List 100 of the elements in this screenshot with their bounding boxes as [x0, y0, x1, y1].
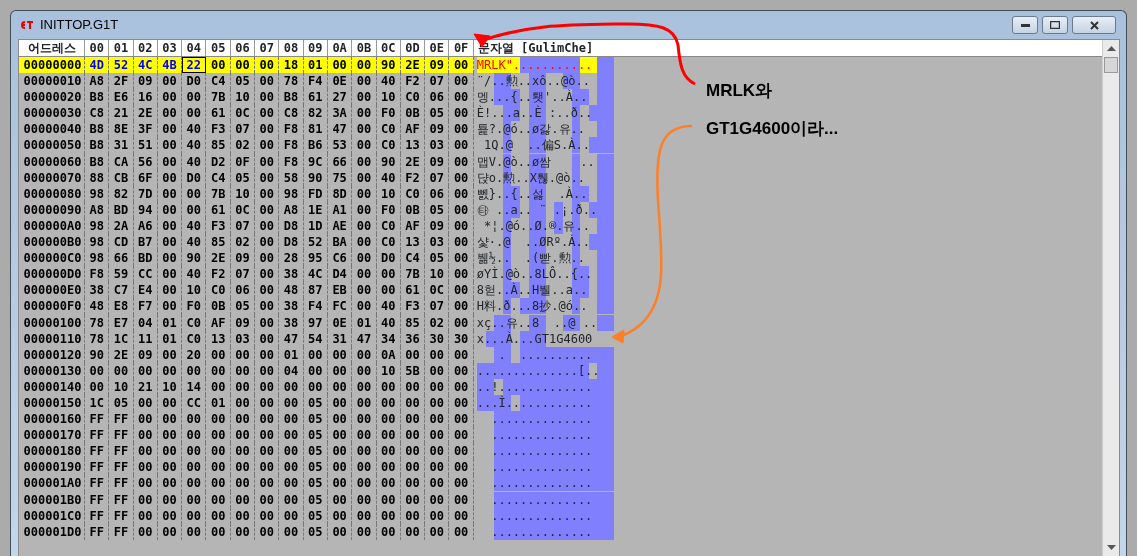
hex-byte: 00 — [157, 411, 183, 428]
hex-byte: 00 — [182, 105, 207, 122]
column-header: 문자열 [GulimChe] — [476, 40, 595, 56]
text-cell: 맵V.@ò..ø쌈 .. — [476, 153, 615, 170]
hex-byte: E7 — [109, 314, 134, 331]
hex-byte: 7B — [206, 185, 231, 202]
address-cell: 000000B0 — [19, 234, 85, 251]
maximize-button[interactable] — [1042, 16, 1068, 34]
hex-byte: 1C — [85, 394, 110, 412]
hex-byte: 06 — [425, 185, 450, 202]
hex-byte: 00 — [352, 73, 377, 90]
hex-byte: AF — [400, 121, 426, 138]
hex-byte: 00 — [157, 185, 183, 202]
hex-byte: D4 — [327, 266, 353, 283]
hex-byte: 00 — [255, 475, 280, 492]
hex-byte: BD — [133, 250, 158, 267]
hex-byte: F8 — [279, 153, 304, 170]
hex-byte: 98 — [85, 234, 110, 251]
hex-byte: 8E — [109, 121, 134, 138]
hex-byte: F2 — [400, 73, 426, 90]
scroll-up-icon[interactable] — [1106, 46, 1116, 51]
hex-byte: 0C — [230, 105, 256, 122]
hex-byte: 00 — [376, 411, 401, 428]
hex-byte: 40 — [376, 169, 401, 186]
hex-byte: FF — [85, 507, 110, 524]
column-header: 0D — [400, 40, 426, 56]
hex-byte: 00 — [133, 475, 158, 492]
hex-byte: FF — [85, 491, 110, 508]
close-button[interactable] — [1072, 16, 1116, 34]
hex-byte: 66 — [327, 153, 353, 170]
hex-byte: 38 — [85, 282, 110, 299]
hex-byte: 47 — [279, 330, 304, 347]
text-cell: È!...a..È :..ð.. — [476, 105, 615, 122]
hex-byte: E8 — [109, 298, 134, 315]
hex-byte: 2E — [400, 153, 426, 170]
hex-byte: 00 — [133, 459, 158, 476]
hex-byte: 00 — [400, 346, 426, 363]
hex-byte: FF — [109, 411, 134, 428]
annotation-text: GT1G4600이라... — [706, 118, 839, 140]
hex-byte: 00 — [206, 443, 231, 460]
hex-byte: 4D — [85, 57, 110, 74]
vertical-scrollbar[interactable] — [1102, 40, 1119, 556]
hex-byte: 00 — [230, 362, 256, 379]
hex-byte: 61 — [400, 282, 426, 299]
hex-byte: 00 — [449, 443, 474, 460]
column-header: 어드레스 — [19, 40, 85, 56]
hex-byte: 05 — [303, 411, 328, 428]
address-cell: 00000120 — [19, 346, 85, 363]
hex-byte: 00 — [376, 523, 401, 540]
hex-byte: CC — [182, 394, 207, 412]
hex-byte: 00 — [352, 250, 377, 267]
hex-byte: 06 — [425, 89, 450, 106]
hex-byte: FF — [85, 411, 110, 428]
hex-byte: 00 — [230, 443, 256, 460]
address-cell: 00000150 — [19, 394, 85, 412]
hex-byte: 4C — [303, 266, 328, 283]
hex-byte: 00 — [352, 411, 377, 428]
hex-byte: 00 — [133, 507, 158, 524]
scroll-down-icon[interactable] — [1106, 545, 1116, 550]
hex-byte: 00 — [449, 185, 474, 202]
hex-byte: 05 — [303, 491, 328, 508]
hex-byte: FF — [109, 491, 134, 508]
hex-byte: 00 — [182, 491, 207, 508]
hex-byte: 00 — [182, 362, 207, 379]
address-cell: 00000110 — [19, 330, 85, 347]
minimize-button[interactable] — [1012, 16, 1038, 34]
hex-byte: 40 — [182, 137, 207, 154]
hex-byte: 07 — [230, 121, 256, 138]
scrollbar-thumb[interactable] — [1104, 57, 1118, 73]
hex-byte: 00 — [255, 394, 280, 412]
hex-byte: 00 — [449, 346, 474, 363]
text-cell: 8헏..À..H뷀..a.. — [476, 282, 615, 299]
hex-byte: 00 — [255, 523, 280, 540]
column-header: 07 — [255, 40, 280, 56]
hex-byte: 00 — [157, 266, 183, 283]
hex-byte: 10 — [425, 266, 450, 283]
hex-byte: BD — [109, 201, 134, 218]
hex-byte: 2F — [109, 73, 134, 90]
hex-byte: 00 — [255, 507, 280, 524]
hex-byte: 07 — [425, 169, 450, 186]
hex-byte: 58 — [279, 169, 304, 186]
hex-byte: 00 — [400, 443, 426, 460]
hex-byte: FF — [85, 523, 110, 540]
hex-byte: 00 — [230, 411, 256, 428]
hex-byte: 04 — [279, 362, 304, 379]
hex-byte: FF — [85, 443, 110, 460]
hex-byte: 1E — [303, 201, 328, 218]
hex-byte: 00 — [352, 507, 377, 524]
hex-byte: F4 — [303, 73, 328, 90]
hex-byte: 2E — [400, 57, 426, 74]
hex-byte: 00 — [255, 362, 280, 379]
hex-byte: 20 — [182, 346, 207, 363]
hex-byte: 05 — [425, 250, 450, 267]
hex-byte: 98 — [279, 185, 304, 202]
hex-byte: 11 — [133, 330, 158, 347]
hex-byte: 00 — [206, 507, 231, 524]
hex-byte: 10 — [109, 378, 134, 395]
hex-byte: 00 — [449, 282, 474, 299]
address-cell: 00000010 — [19, 73, 85, 90]
hex-byte: 00 — [352, 346, 377, 363]
